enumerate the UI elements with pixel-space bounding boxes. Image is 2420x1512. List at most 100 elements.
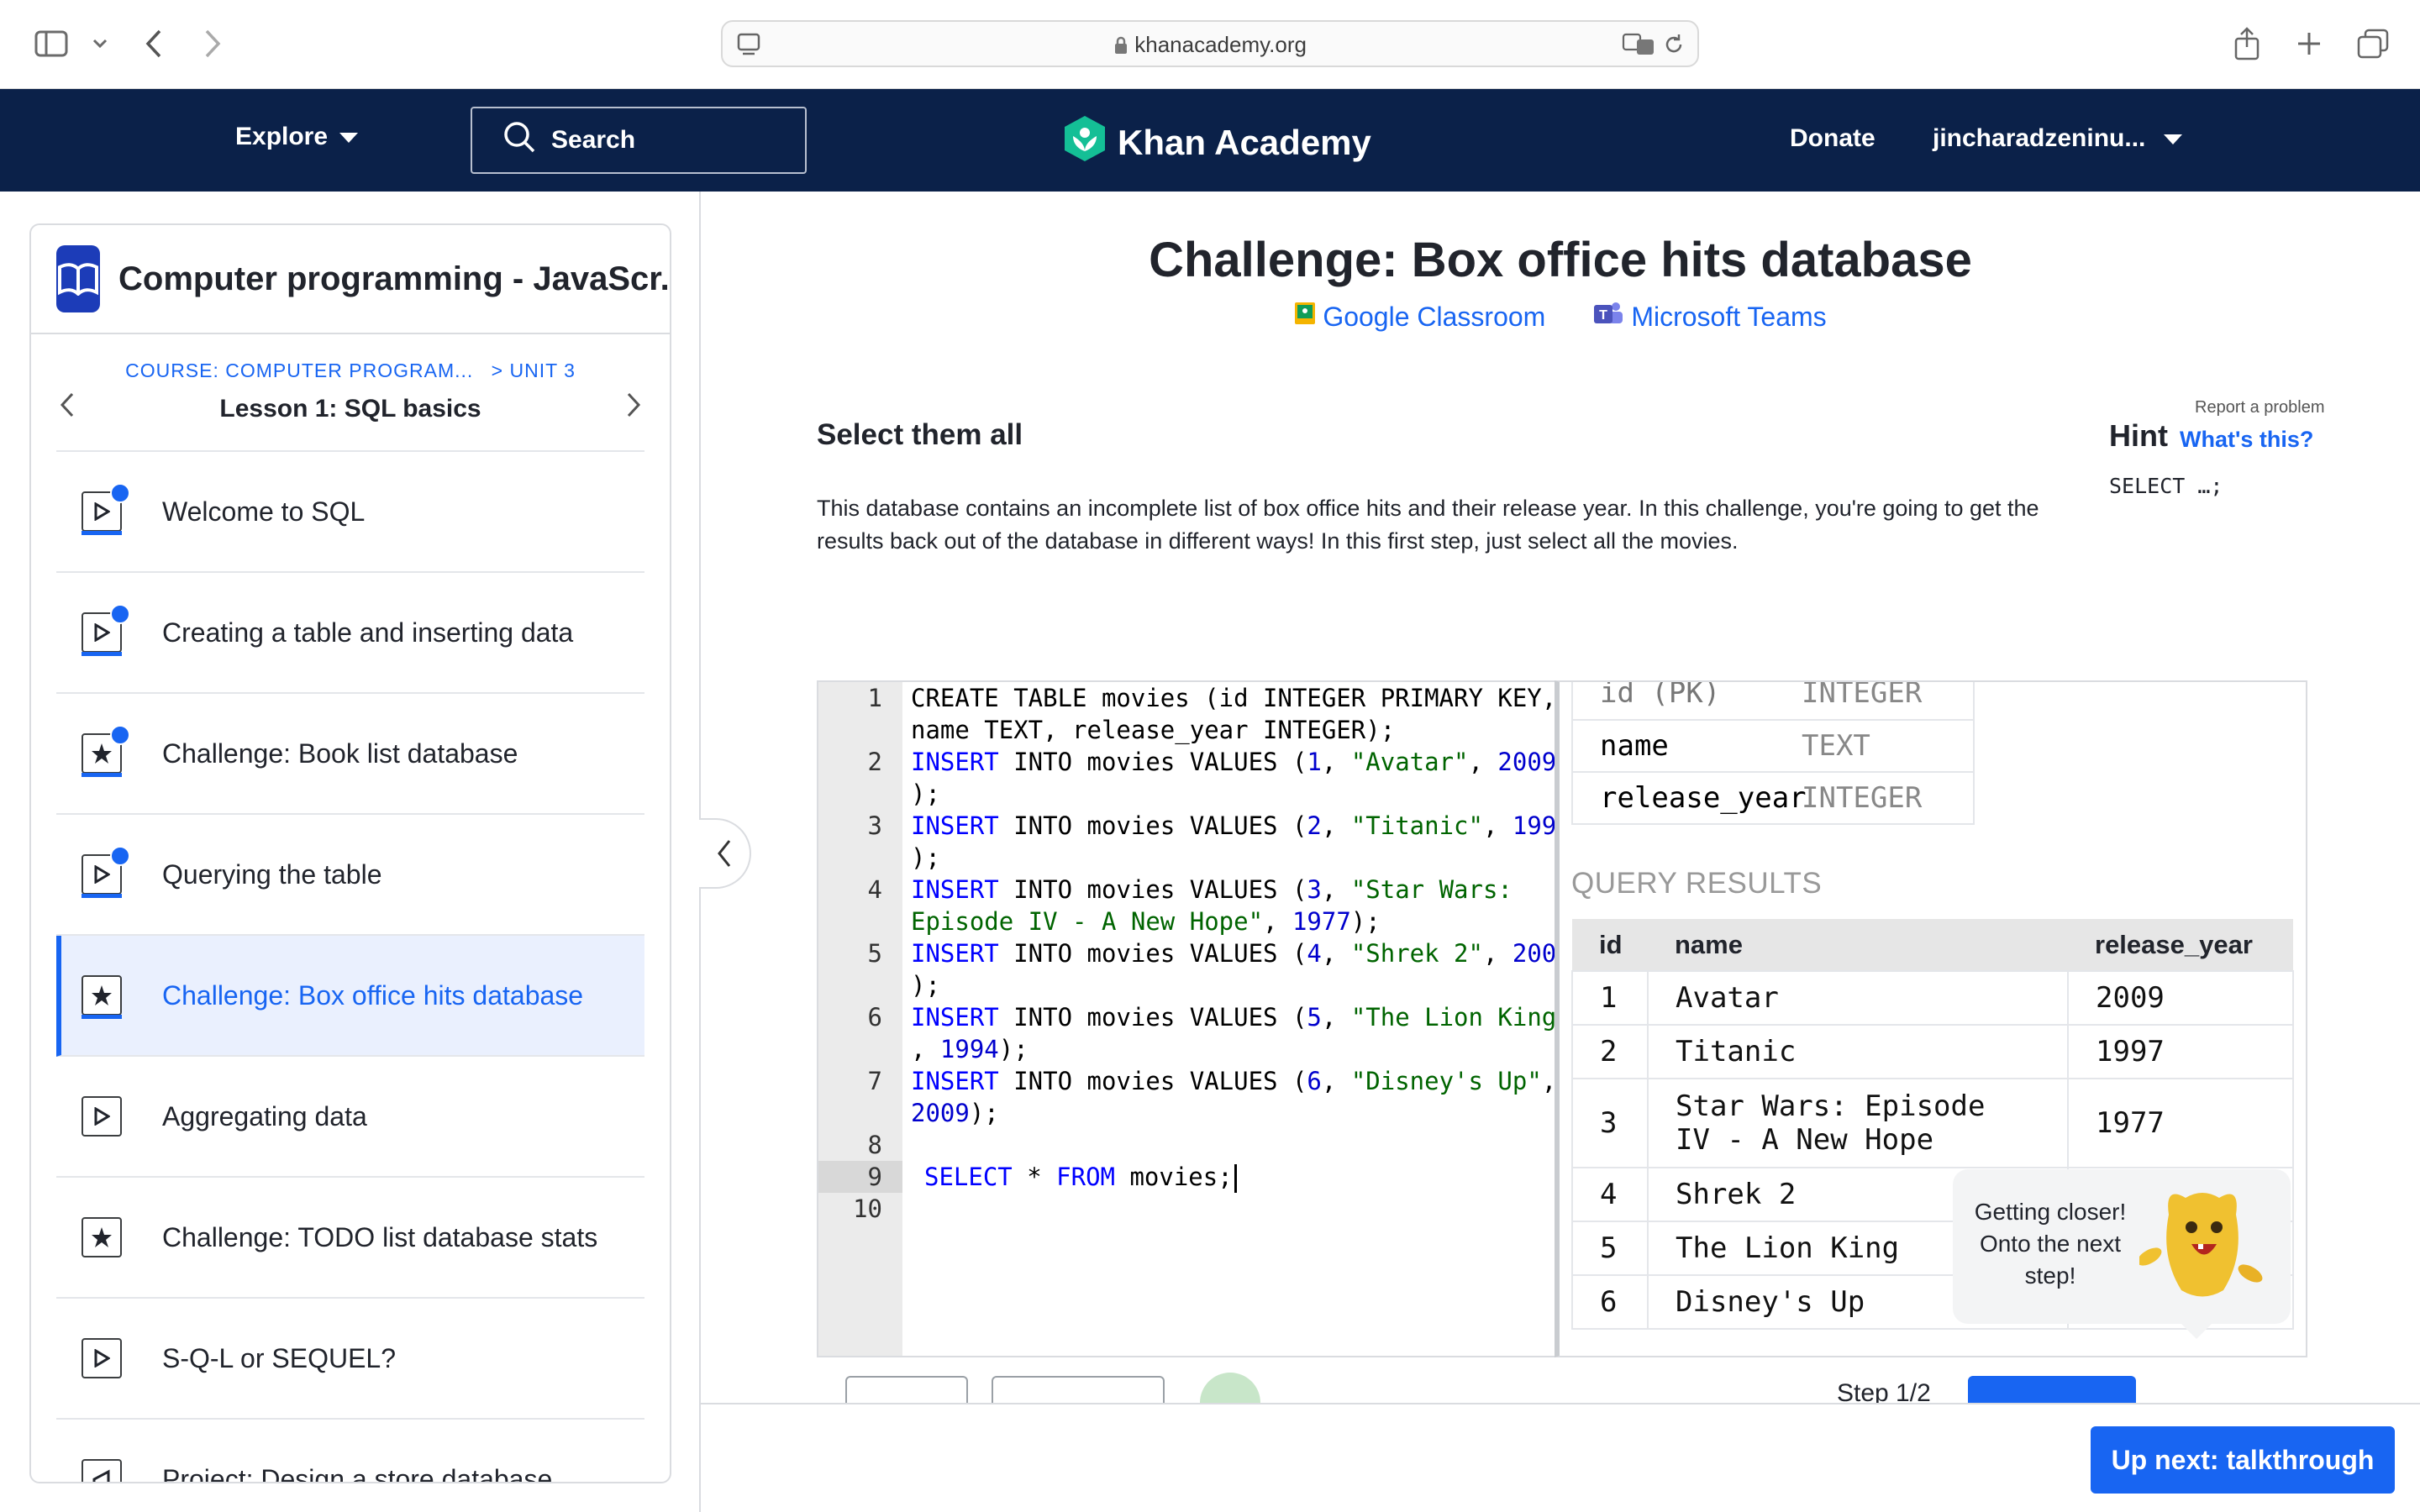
- page-title: Challenge: Box office hits database: [1149, 233, 1972, 287]
- sidebar-toggle-icon[interactable]: [30, 25, 72, 62]
- sidebar-item-todo-challenge[interactable]: Challenge: TODO list database stats: [56, 1178, 644, 1299]
- breadcrumb-unit[interactable]: > UNIT 3: [492, 360, 576, 381]
- table-cell: 2: [1571, 1024, 1649, 1079]
- lesson-nav: COURSE: COMPUTER PROGRAM... > UNIT 3 Les…: [56, 334, 644, 452]
- video-icon: [82, 846, 130, 898]
- challenge-controls: Step 1/2: [817, 1357, 2307, 1404]
- main-content: Challenge: Box office hits database Goog…: [699, 192, 2420, 1512]
- up-next-button[interactable]: Up next: talkthrough: [2091, 1426, 2395, 1494]
- schema-column-type: INTEGER: [1802, 680, 1923, 710]
- next-lesson-icon[interactable]: [626, 390, 641, 425]
- lesson-title: Lesson 1: SQL basics: [219, 395, 481, 423]
- explore-label: Explore: [235, 123, 329, 150]
- sidebar-item-welcome-to-sql[interactable]: Welcome to SQL: [56, 452, 644, 573]
- hint-code: SELECT …;: [2109, 474, 2223, 498]
- line-number: 8: [867, 1131, 882, 1159]
- collapse-sidebar-button[interactable]: [699, 818, 751, 889]
- sidebar-item-sql-or-sequel[interactable]: S-Q-L or SEQUEL?: [56, 1299, 644, 1420]
- sidebar-item-box-office-challenge[interactable]: Challenge: Box office hits database: [56, 936, 644, 1057]
- table-cell: 1997: [2067, 1024, 2294, 1079]
- schema-column-name: release_year: [1600, 781, 1807, 815]
- column-header: name: [1648, 919, 2068, 971]
- tooltip-tail: [2181, 1324, 2212, 1339]
- line-number-current: 9: [818, 1161, 902, 1193]
- browser-toolbar: khanacademy.org: [0, 0, 2420, 89]
- video-icon: [82, 1096, 122, 1137]
- course-book-icon: [56, 245, 100, 312]
- whats-this-link[interactable]: What's this?: [2180, 427, 2313, 453]
- table-cell: 5: [1571, 1221, 1649, 1276]
- chevron-down-icon[interactable]: [87, 25, 113, 62]
- hint-heading: Hint: [2109, 418, 2168, 453]
- breadcrumb-course[interactable]: COURSE: COMPUTER PROGRAM...: [125, 360, 473, 381]
- code-line-1: CREATE TABLE movies (id INTEGER PRIMARY …: [911, 684, 1555, 744]
- caret-down-icon: [339, 123, 359, 151]
- hint-button[interactable]: [845, 1376, 968, 1404]
- progress-icon: [1200, 1373, 1260, 1404]
- table-cell: 1977: [2067, 1078, 2294, 1168]
- username: jincharadzeninu...: [1933, 124, 2146, 152]
- report-problem-link[interactable]: Report a problem: [2195, 398, 2325, 417]
- column-header: id: [1572, 919, 1648, 971]
- svg-text:T: T: [1599, 308, 1607, 323]
- new-tab-icon[interactable]: [2292, 25, 2326, 62]
- course-header[interactable]: Computer programming - JavaScr...: [31, 225, 670, 334]
- step-description: This database contains an incomplete lis…: [817, 496, 2039, 554]
- step-title: Select them all: [817, 418, 1023, 451]
- mascot-icon: [2137, 1181, 2265, 1311]
- schema-row: name TEXT: [1573, 719, 1973, 771]
- star-icon: [82, 725, 130, 777]
- khan-academy-logo[interactable]: Khan Academy: [1062, 114, 1371, 171]
- google-classroom-icon: [1294, 301, 1316, 333]
- brand-name: Khan Academy: [1118, 123, 1371, 162]
- microsoft-teams-icon: T: [1592, 301, 1624, 333]
- explore-menu[interactable]: Explore: [235, 123, 359, 151]
- course-title: Computer programming - JavaScr...: [118, 260, 671, 297]
- line-number: 4: [867, 875, 882, 904]
- breadcrumb: COURSE: COMPUTER PROGRAM... > UNIT 3: [56, 360, 644, 382]
- sidebar-item-store-project[interactable]: Project: Design a store database: [56, 1420, 644, 1483]
- encouragement-tooltip: Getting closer! Onto the next step!: [1953, 1169, 2291, 1339]
- next-step-button[interactable]: [1968, 1376, 2136, 1404]
- table-header-row: id name release_year: [1572, 919, 2293, 971]
- share-links: Google Classroom T Microsoft Teams: [701, 301, 2420, 333]
- chevron-left-icon: [718, 840, 731, 867]
- schema-row: id (PK) INTEGER: [1573, 680, 1973, 719]
- address-bar[interactable]: khanacademy.org: [721, 20, 1699, 67]
- table-cell: Titanic: [1647, 1024, 2069, 1079]
- project-icon: [82, 1459, 122, 1482]
- sidebar-item-aggregating-data[interactable]: Aggregating data: [56, 1057, 644, 1178]
- sidebar-item-label: Challenge: TODO list database stats: [162, 1221, 598, 1252]
- back-icon[interactable]: [141, 25, 166, 62]
- tooltip-text: Getting closer! Onto the next step!: [1974, 1199, 2127, 1289]
- table-cell: Avatar: [1647, 970, 2069, 1026]
- table-row: 1 Avatar 2009: [1571, 970, 2294, 1026]
- sidebar-item-book-list-challenge[interactable]: Challenge: Book list database: [56, 694, 644, 815]
- sidebar-item-label: Welcome to SQL: [162, 496, 366, 527]
- sidebar-item-label: Aggregating data: [162, 1100, 367, 1131]
- sidebar-item-label: Querying the table: [162, 858, 382, 890]
- sidebar-item-creating-table[interactable]: Creating a table and inserting data: [56, 573, 644, 694]
- site-header: Explore Search Khan Academy Donate jinch…: [0, 89, 2420, 192]
- sidebar-item-label: Challenge: Book list database: [162, 738, 518, 769]
- forward-icon[interactable]: [200, 25, 225, 62]
- donate-link[interactable]: Donate: [1790, 124, 1876, 153]
- star-icon: [82, 975, 122, 1019]
- video-icon: [82, 604, 130, 656]
- sidebar-item-label: Project: Design a store database: [162, 1463, 553, 1483]
- search-input[interactable]: Search: [471, 107, 807, 174]
- google-classroom-link[interactable]: Google Classroom: [1294, 301, 1545, 333]
- table-row: 2 Titanic 1997: [1571, 1024, 2294, 1079]
- translate-icon[interactable]: [1622, 32, 1655, 61]
- sidebar-item-querying-table[interactable]: Querying the table: [56, 815, 644, 936]
- schema-column-name: name: [1600, 729, 1669, 763]
- reload-icon[interactable]: [1662, 33, 1686, 60]
- start-over-button[interactable]: [992, 1376, 1165, 1404]
- line-number: 10: [853, 1194, 882, 1223]
- tab-overview-icon[interactable]: [2354, 25, 2391, 62]
- user-menu[interactable]: jincharadzeninu...: [1933, 124, 2183, 153]
- microsoft-teams-link[interactable]: T Microsoft Teams: [1592, 301, 1827, 333]
- code-editor[interactable]: 1 2 3 4 5 6 7 8 9 10 CREATE TABLE movies…: [817, 680, 1555, 1357]
- share-icon[interactable]: [2230, 25, 2264, 62]
- code-line-6: INSERT INTO movies VALUES (5, "The Lion …: [911, 1003, 1555, 1063]
